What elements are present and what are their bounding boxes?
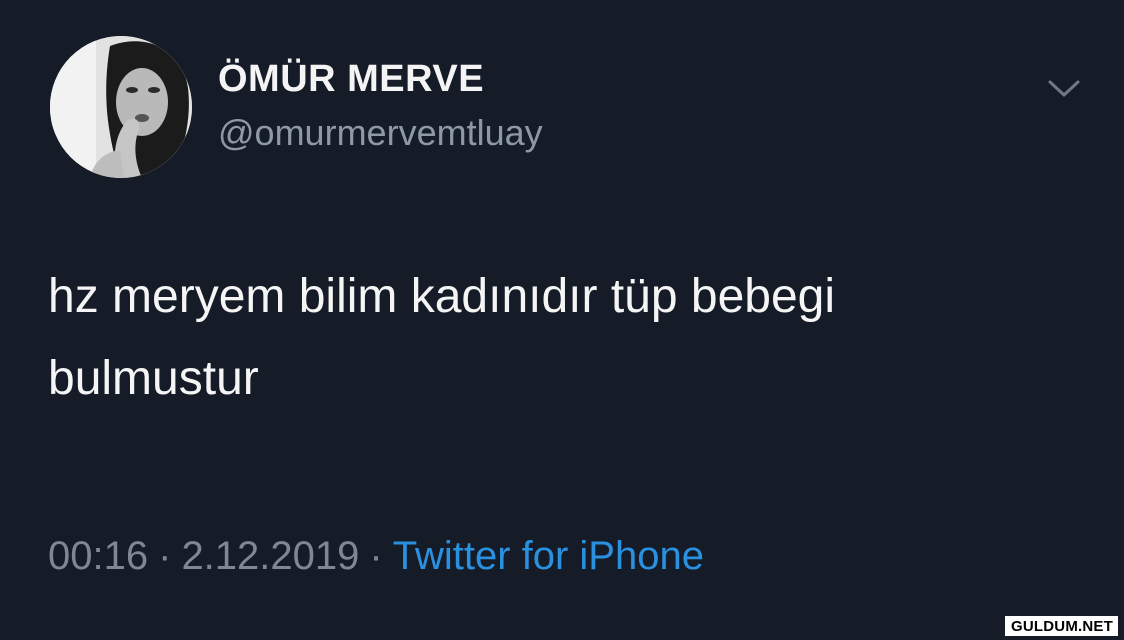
tweet-source-link[interactable]: Twitter for iPhone bbox=[393, 534, 704, 578]
meta-separator: · bbox=[369, 534, 383, 578]
avatar[interactable] bbox=[50, 36, 192, 178]
tweet-text-line-1: hz meryem bilim kadınıdır tüp bebegi bbox=[48, 270, 836, 323]
tweet-date[interactable]: 2.12.2019 bbox=[181, 534, 359, 578]
tweet-time[interactable]: 00:16 bbox=[48, 534, 148, 578]
tweet-text: hz meryem bilim kadınıdır tüp bebegi bul… bbox=[48, 256, 1068, 420]
meta-separator: · bbox=[158, 534, 172, 578]
user-handle[interactable]: @omurmervemtluay bbox=[218, 112, 543, 154]
display-name[interactable]: ÖMÜR MERVE bbox=[218, 58, 484, 101]
tweet-meta: 00:16 · 2.12.2019 · Twitter for iPhone bbox=[48, 534, 704, 579]
tweet-card: ÖMÜR MERVE @omurmervemtluay hz meryem bi… bbox=[0, 0, 1124, 640]
watermark: GULDUM.NET bbox=[1005, 616, 1118, 636]
tweet-text-line-2: bulmustur bbox=[48, 352, 259, 405]
profile-photo bbox=[50, 36, 192, 178]
chevron-down-icon[interactable] bbox=[1044, 74, 1084, 102]
